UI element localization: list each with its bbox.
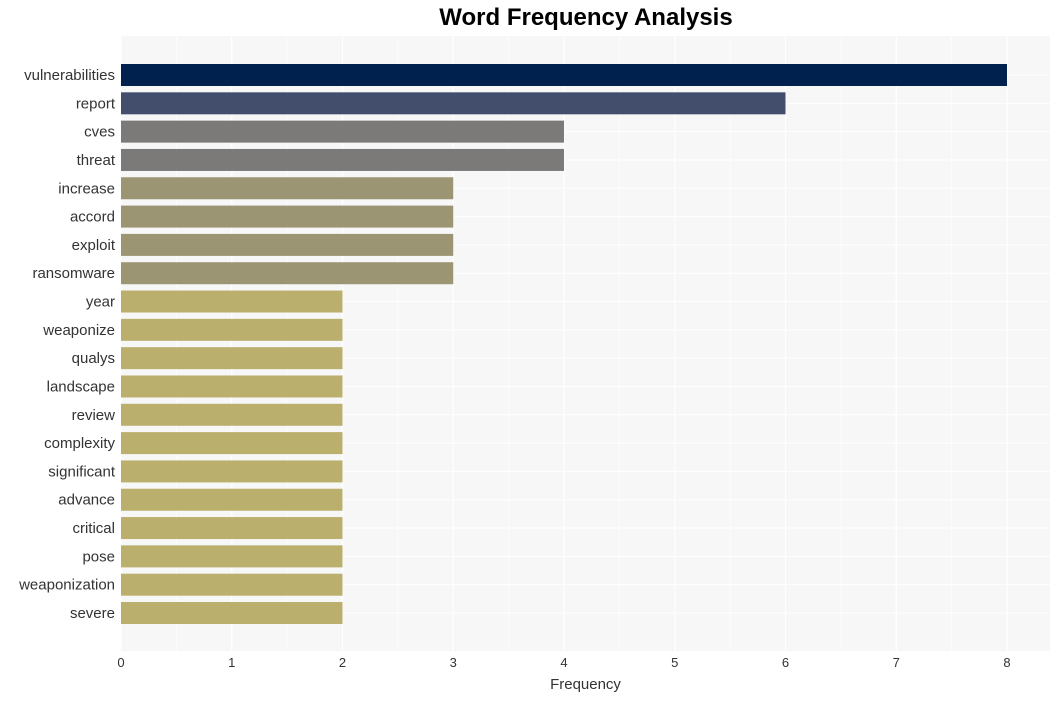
y-tick-label: significant [48,463,116,480]
y-tick-label: cves [84,124,115,141]
bar-severe [121,602,343,624]
y-tick-label: year [86,294,115,311]
y-tick-label: review [72,407,116,424]
y-tick-label: weaponization [18,577,115,594]
bar-weaponization [121,573,343,596]
bar-ransomware [121,262,454,285]
x-tick-label: 4 [560,655,567,670]
bar-advance [121,488,343,511]
bar-review [121,403,343,426]
bar-increase [121,177,454,200]
bar-qualys [121,347,343,370]
bar-critical [121,517,343,540]
y-tick-label: vulnerabilities [24,67,115,84]
bar-cves [121,120,564,143]
y-tick-label: advance [58,492,115,509]
y-tick-label: complexity [44,435,115,452]
x-tick-label: 0 [117,655,124,670]
y-tick-label: pose [82,548,115,565]
bar-complexity [121,432,343,455]
y-tick-label: severe [70,605,115,622]
x-tick-label: 8 [1003,655,1010,670]
bar-accord [121,205,454,228]
y-tick-label: landscape [47,378,115,395]
x-tick-label: 5 [671,655,678,670]
y-tick-label: accord [70,209,115,226]
bar-year [121,290,343,313]
y-tick-label: weaponize [42,322,115,339]
bar-pose [121,545,343,568]
y-tick-label: exploit [72,237,116,254]
x-tick-label: 6 [782,655,789,670]
bar-significant [121,460,343,483]
bar-report [121,92,786,115]
x-axis-ticks: 0 1 2 3 4 5 6 7 8 [117,655,1010,670]
x-tick-label: 3 [450,655,457,670]
bar-weaponize [121,318,343,341]
bar-exploit [121,233,454,256]
y-tick-label: threat [77,152,116,169]
y-tick-label: critical [72,520,115,537]
bar-landscape [121,375,343,398]
y-tick-label: report [76,95,116,112]
x-tick-label: 7 [893,655,900,670]
x-tick-label: 2 [339,655,346,670]
bar-threat [121,148,564,171]
x-axis-label: Frequency [550,676,621,693]
x-tick-label: 1 [228,655,235,670]
bar-chart: vulnerabilities report cves threat increase a… [18,36,1050,693]
y-tick-label: qualys [72,350,115,367]
y-axis-labels: vulnerabilities report cves threat increase a… [18,67,116,622]
y-tick-label: increase [58,180,115,197]
y-tick-label: ransomware [32,265,115,282]
bar-vulnerabilities [121,64,1007,86]
